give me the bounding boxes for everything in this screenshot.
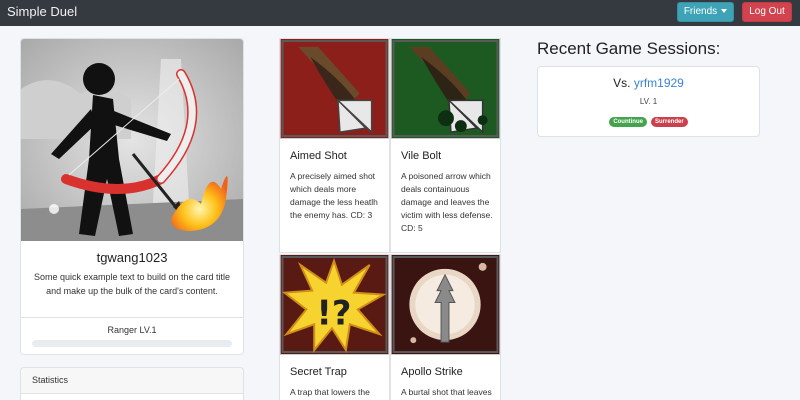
session-opponent-line: Vs. yrfm1929 [538,76,759,90]
continue-badge[interactable]: Countinue [609,117,647,127]
statistics-card: Statistics [20,367,244,400]
skill-title: Aimed Shot [290,150,347,162]
skill-description: A trap that lowers the speed of [290,387,370,397]
skill-description: A burtal shot that leaves the [401,387,492,397]
svg-text:!?: !? [317,293,352,332]
opponent-link[interactable]: yrfm1929 [634,76,684,90]
friends-button-label: Friends [683,6,718,17]
skill-card-secret-trap[interactable]: !? Secret Trap A trap that lowers the sp… [279,254,390,400]
session-actions: Countinue Surrender [538,117,759,127]
profile-card: tgwang1023 Some quick example text to bu… [20,38,244,355]
vs-prefix: Vs. [613,76,631,90]
experience-progress-bar [32,340,232,347]
brand-title[interactable]: Simple Duel [7,4,77,20]
session-level: LV. 1 [639,97,658,106]
skill-title: Apollo Strike [401,366,463,378]
skill-card-apollo-strike[interactable]: Apollo Strike A burtal shot that leaves … [390,254,501,400]
statistics-header: Statistics [21,368,243,394]
profile-description: Some quick example text to build on the … [33,272,231,296]
trap-icon: !? [280,255,389,355]
skill-description: A poisoned arrow which deals containuous… [401,171,493,233]
navbar: Simple Duel Friends Log Out [0,0,800,26]
friends-dropdown-button[interactable]: Friends [677,2,734,22]
skill-description: A precisely aimed shot which deals more … [290,171,378,220]
skill-card-aimed-shot[interactable]: Aimed Shot A precisely aimed shot which … [279,38,390,253]
recent-sessions-title: Recent Game Sessions: [537,39,721,58]
poison-arrow-icon [391,39,500,139]
skill-card-vile-bolt[interactable]: Vile Bolt A poisoned arrow which deals c… [390,38,501,253]
caret-down-icon [721,9,728,14]
logout-button[interactable]: Log Out [742,2,792,22]
apollo-strike-icon [391,255,500,355]
rank-label: Ranger LV.1 [107,325,157,335]
skill-grid: Aimed Shot A precisely aimed shot which … [279,38,502,400]
game-session-card: Vs. yrfm1929 LV. 1 Countinue Surrender [537,66,760,137]
profile-footer: Ranger LV.1 [21,317,243,354]
archer-avatar-image [21,39,243,241]
surrender-badge[interactable]: Surrender [650,117,688,127]
profile-username: tgwang1023 [96,250,168,265]
arrow-icon [280,39,389,139]
skill-title: Secret Trap [290,366,347,378]
skill-title: Vile Bolt [401,150,442,162]
